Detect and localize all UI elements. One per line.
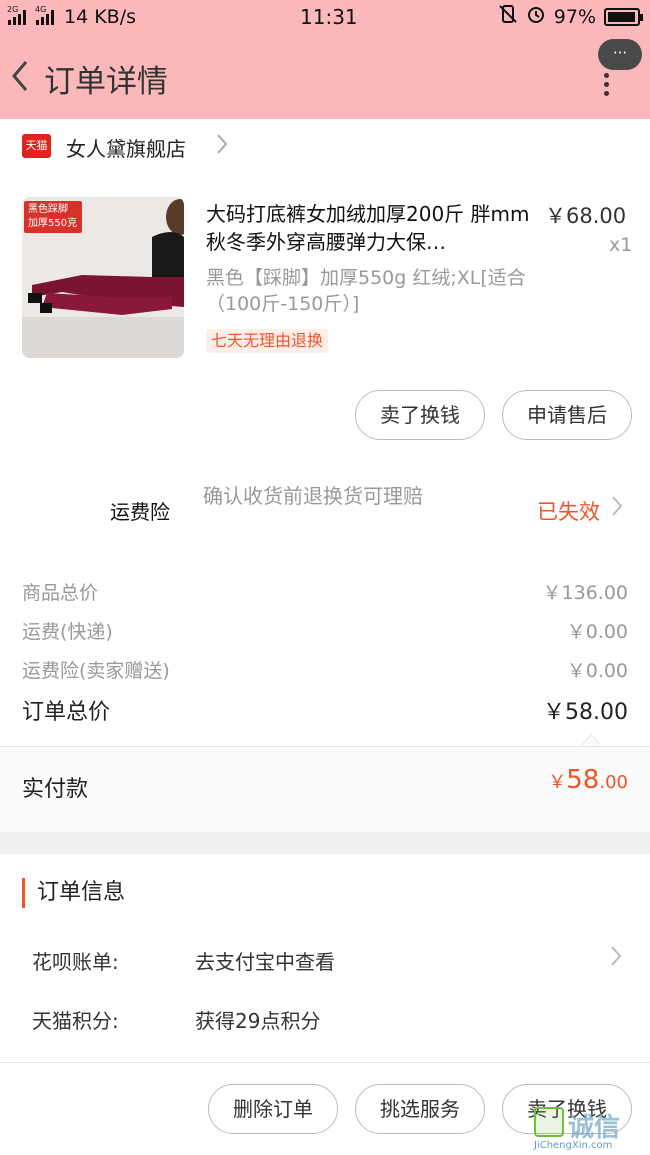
info-value: 获得29点积分 [195, 1009, 321, 1033]
fee-value: ￥0.00 [566, 621, 628, 643]
product-sku: 黑色【踩脚】加厚550g 红绒;XL[适合（100斤-150斤）] [206, 267, 526, 315]
amount-decimal: .00 [599, 772, 628, 793]
network-type-label: 4G [35, 5, 47, 14]
page-title: 订单详情 [44, 64, 168, 100]
status-bar: 2G 4G 14 KB/s 11:31 97% [0, 0, 650, 34]
top-header: 2G 4G 14 KB/s 11:31 97% 订单详情 ··· [0, 0, 650, 119]
info-label: 花呗账单: [32, 950, 119, 974]
product-image-tag: 黑色踩脚 加厚550克 [24, 201, 82, 233]
goods-total-row: 商品总价 ￥136.00 [22, 578, 628, 605]
order-info-heading: 订单信息 [22, 878, 125, 908]
more-menu-bubble[interactable]: ··· [598, 39, 642, 70]
return-policy-badge: 七天无理由退换 [206, 329, 329, 353]
choose-service-button[interactable]: 挑选服务 [355, 1084, 485, 1134]
network-type-label: 2G [7, 5, 19, 14]
product-title[interactable]: 大码打底裤女加绒加厚200斤 胖mm秋冬季外穿高腰弹力大保… [206, 200, 536, 256]
product-image[interactable]: 黑色踩脚 加厚550克 [22, 197, 184, 358]
battery-percent: 97% [553, 5, 596, 28]
chevron-left-icon [12, 61, 28, 91]
more-vertical-icon[interactable] [601, 73, 611, 96]
section-divider [0, 832, 650, 854]
back-button[interactable] [6, 58, 34, 94]
fee-label: 商品总价 [22, 582, 99, 604]
amount-integer: 58 [566, 765, 600, 795]
product-quantity: x1 [609, 234, 633, 256]
shipping-insurance-status[interactable]: 已失效 [537, 496, 600, 526]
signal-icon: 2G [7, 5, 26, 25]
vibrate-icon [498, 4, 518, 29]
chevron-right-icon[interactable] [611, 495, 623, 523]
fee-label: 运费(快递) [22, 621, 113, 643]
shipping-insurance-desc: 确认收货前退换货可理赔 [203, 484, 423, 508]
info-label: 天猫积分: [32, 1009, 119, 1033]
amount-paid-panel: 实付款 ￥58.00 [0, 746, 650, 832]
amount-paid-label: 实付款 [22, 777, 89, 802]
delete-order-button[interactable]: 删除订单 [208, 1084, 338, 1134]
fee-label: 运费险(卖家赠送) [22, 660, 170, 682]
product-price: ￥68.00 [545, 204, 627, 228]
currency-symbol: ￥ [548, 772, 567, 793]
watermark-logo-icon [534, 1107, 564, 1137]
shipping-fee-row: 运费(快递) ￥0.00 [22, 617, 628, 644]
clock: 11:31 [300, 5, 358, 29]
network-speed: 14 KB/s [64, 6, 137, 28]
order-total-value: ￥58.00 [543, 700, 628, 725]
amount-paid-value: ￥58.00 [548, 765, 628, 795]
watermark-url: JiChengXin.com [534, 1140, 613, 1151]
insurance-fee-row: 运费险(卖家赠送) ￥0.00 [22, 656, 628, 683]
image-tag-line: 黑色踩脚 [28, 204, 68, 215]
order-total-row: 订单总价 ￥58.00 [22, 694, 628, 726]
alarm-icon [526, 4, 546, 29]
panel-pointer [581, 733, 601, 746]
image-tag-line: 加厚550克 [28, 218, 78, 229]
info-value: 去支付宝中查看 [195, 950, 335, 974]
battery-icon [604, 7, 643, 26]
chevron-right-icon [216, 133, 228, 161]
shipping-insurance-label: 运费险 [110, 500, 170, 524]
fee-value: ￥136.00 [542, 582, 628, 604]
sell-for-cash-button[interactable]: 卖了换钱 [355, 390, 485, 440]
order-total-label: 订单总价 [22, 700, 111, 725]
status-right: 97% [498, 4, 643, 29]
shop-name: 女人黛旗舰店 [66, 137, 186, 161]
watermark-text: 诚信 [568, 1113, 621, 1143]
fee-value: ￥0.00 [566, 660, 628, 682]
shop-row[interactable]: 天猫 女人黛旗舰店 [0, 120, 650, 176]
signal-icon: 4G [35, 5, 54, 25]
site-watermark: 诚信 JiChengXin.com [532, 1105, 648, 1151]
tmall-logo-icon: 天猫 [22, 134, 51, 158]
chevron-right-icon [610, 945, 622, 973]
apply-aftersale-button[interactable]: 申请售后 [502, 390, 632, 440]
status-left: 2G 4G 14 KB/s [7, 5, 137, 28]
